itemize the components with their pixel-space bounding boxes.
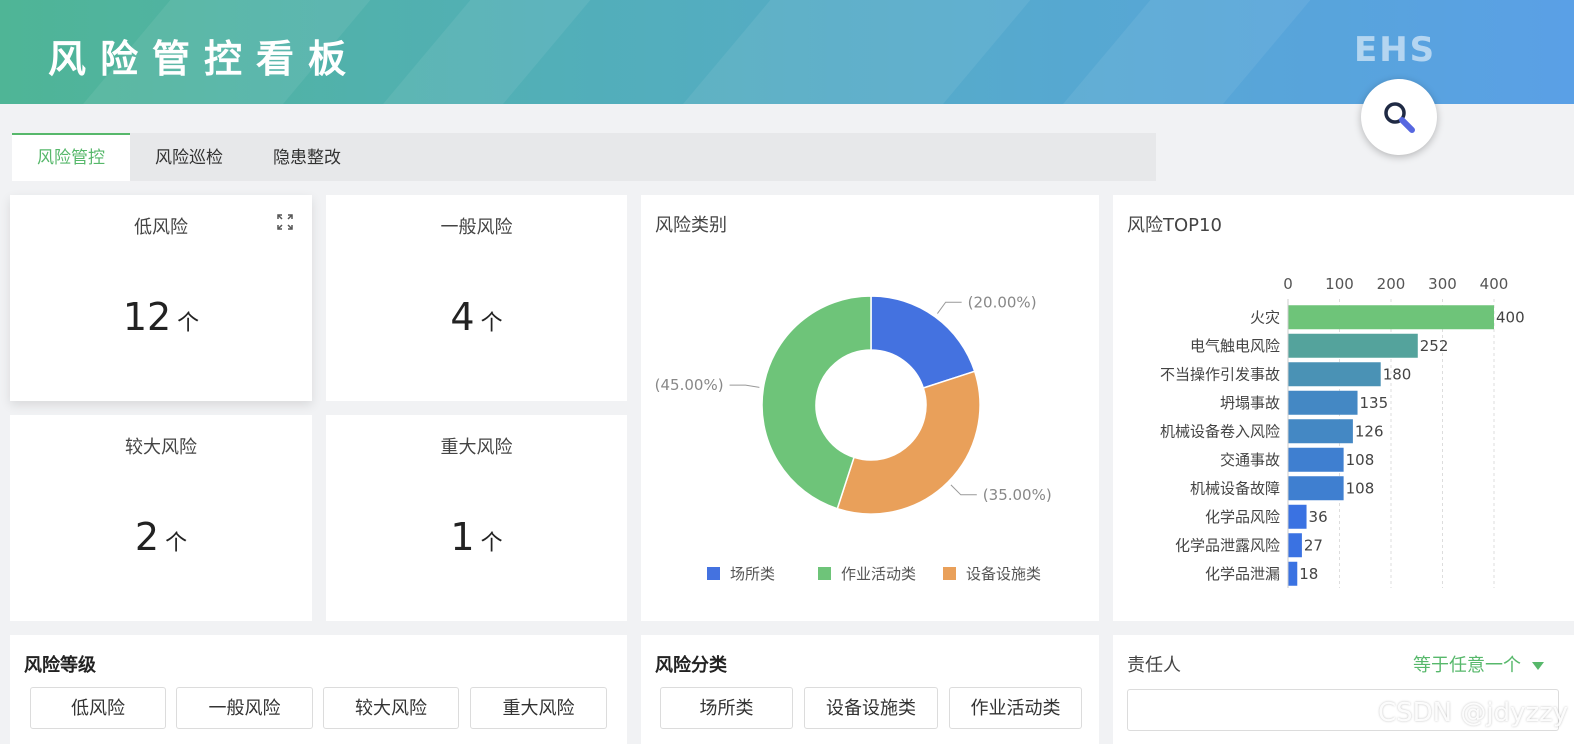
x-tick-label: 100: [1325, 275, 1354, 293]
general-risk-card[interactable]: 一般风险 4个: [326, 195, 627, 401]
x-tick-label: 0: [1283, 275, 1293, 293]
legend-swatch: [707, 567, 720, 580]
filter-title: 责任人: [1127, 655, 1181, 676]
filter-major-risk-button[interactable]: 较大风险: [323, 687, 459, 729]
card-label: 重大风险: [440, 437, 513, 458]
filter-title: 风险分类: [655, 655, 727, 676]
tab-risk-inspection[interactable]: 风险巡检: [130, 133, 248, 181]
critical-risk-card[interactable]: 重大风险 1个: [326, 415, 627, 621]
bar[interactable]: [1288, 390, 1358, 415]
category-label: 交通事故: [1220, 451, 1280, 469]
filter-critical-risk-button[interactable]: 重大风险: [470, 687, 607, 729]
filter-low-risk-button[interactable]: 低风险: [30, 687, 166, 729]
x-tick-label: 300: [1428, 275, 1457, 293]
slice-leader-line: [729, 384, 760, 388]
risk-top10-card: 风险TOP10 0 100 200 300 400 火灾 400 电气触电风险 252 不当操作引…: [1113, 195, 1574, 621]
slice-percent-label: (20.00%): [968, 293, 1037, 311]
caret-down-icon: [1531, 662, 1544, 670]
bar-value-label: 135: [1360, 394, 1389, 412]
filter-site-button[interactable]: 场所类: [660, 687, 793, 729]
bar[interactable]: [1288, 504, 1307, 529]
risk-level-filter: 风险等级 低风险 一般风险 较大风险 重大风险: [10, 635, 627, 744]
bar-value-label: 27: [1304, 536, 1323, 554]
category-label: 火灾: [1250, 308, 1280, 326]
risk-top10-bar-chart: 0 100 200 300 400 火灾 400 电气触电风险 252 不当操作引发事故 180 坍塌…: [1160, 275, 1525, 588]
ehs-logo: EHS: [1354, 30, 1437, 70]
category-label: 不当操作引发事故: [1160, 365, 1280, 383]
legend-swatch: [943, 567, 956, 580]
bar[interactable]: [1288, 476, 1344, 501]
slice-leader-line: [950, 484, 977, 496]
bar-value-label: 36: [1309, 508, 1328, 526]
fullscreen-icon[interactable]: [276, 213, 294, 231]
filter-activity-button[interactable]: 作业活动类: [949, 687, 1082, 729]
major-risk-card[interactable]: 较大风险 2个: [10, 415, 312, 621]
risk-category-card: 风险类别 (20.00%) (35.00%) (45.00%) 场所类 作业活动类 设备设…: [641, 195, 1099, 621]
match-mode-dropdown[interactable]: 等于任意一个: [1413, 651, 1545, 677]
legend-label[interactable]: 设备设施类: [966, 565, 1041, 583]
bar[interactable]: [1288, 333, 1418, 358]
card-value: 12 个: [122, 295, 200, 339]
donut-slice-1[interactable]: [870, 295, 976, 389]
legend-swatch: [818, 567, 831, 580]
low-risk-card[interactable]: 低风险 12 个: [10, 195, 312, 401]
bar-value-label: 252: [1420, 337, 1449, 355]
search-icon: [1384, 102, 1415, 133]
bar-value-label: 18: [1299, 565, 1318, 583]
legend-label[interactable]: 作业活动类: [841, 565, 916, 583]
bar[interactable]: [1288, 447, 1344, 472]
card-value: 2个: [134, 515, 188, 559]
category-label: 化学品风险: [1205, 508, 1280, 526]
category-label: 坍塌事故: [1220, 394, 1280, 412]
card-value: 1个: [450, 515, 503, 559]
bar[interactable]: [1288, 561, 1298, 586]
search-button[interactable]: [1361, 79, 1437, 155]
x-tick-label: 400: [1480, 275, 1509, 293]
category-label: 机械设备卷入风险: [1160, 422, 1280, 440]
filter-equipment-button[interactable]: 设备设施类: [804, 687, 938, 729]
category-label: 电气触电风险: [1190, 337, 1280, 355]
tab-hazard-rectification[interactable]: 隐患整改: [248, 133, 366, 181]
header-banner: 风险管控看板 EHS: [0, 0, 1574, 104]
tab-risk-control[interactable]: 风险管控: [12, 133, 130, 181]
risk-category-donut-chart: (20.00%) (35.00%) (45.00%) 场所类 作业活动类 设备设施类: [655, 293, 1052, 583]
bar[interactable]: [1288, 362, 1381, 387]
slice-percent-label: (35.00%): [983, 486, 1052, 504]
category-label: 机械设备故障: [1190, 479, 1280, 497]
bar-value-label: 126: [1355, 422, 1384, 440]
filter-title: 风险等级: [24, 655, 96, 676]
card-label: 较大风险: [125, 437, 197, 458]
bar-value-label: 180: [1383, 365, 1412, 383]
bar[interactable]: [1288, 419, 1353, 444]
risk-classify-filter: 风险分类 场所类 设备设施类 作业活动类: [641, 635, 1099, 744]
bar-value-label: 108: [1346, 479, 1375, 497]
legend-label[interactable]: 场所类: [730, 565, 775, 583]
bar-value-label: 108: [1346, 451, 1375, 469]
card-label: 低风险: [134, 217, 188, 238]
category-label: 化学品泄漏: [1205, 565, 1280, 583]
bar-value-label: 400: [1496, 308, 1525, 326]
card-label: 一般风险: [440, 217, 513, 238]
x-tick-label: 200: [1377, 275, 1406, 293]
bar[interactable]: [1288, 533, 1302, 558]
page-title: 风险管控看板: [48, 37, 361, 81]
bar[interactable]: [1288, 305, 1494, 330]
slice-percent-label: (45.00%): [655, 376, 724, 394]
filter-general-risk-button[interactable]: 一般风险: [176, 687, 313, 729]
watermark: CSDN @jdyzzy: [1378, 698, 1569, 728]
slice-leader-line: [937, 301, 962, 314]
card-value: 4个: [450, 295, 503, 339]
category-label: 化学品泄露风险: [1175, 536, 1280, 554]
tab-bar: 风险管控 风险巡检 隐患整改: [12, 133, 1156, 181]
